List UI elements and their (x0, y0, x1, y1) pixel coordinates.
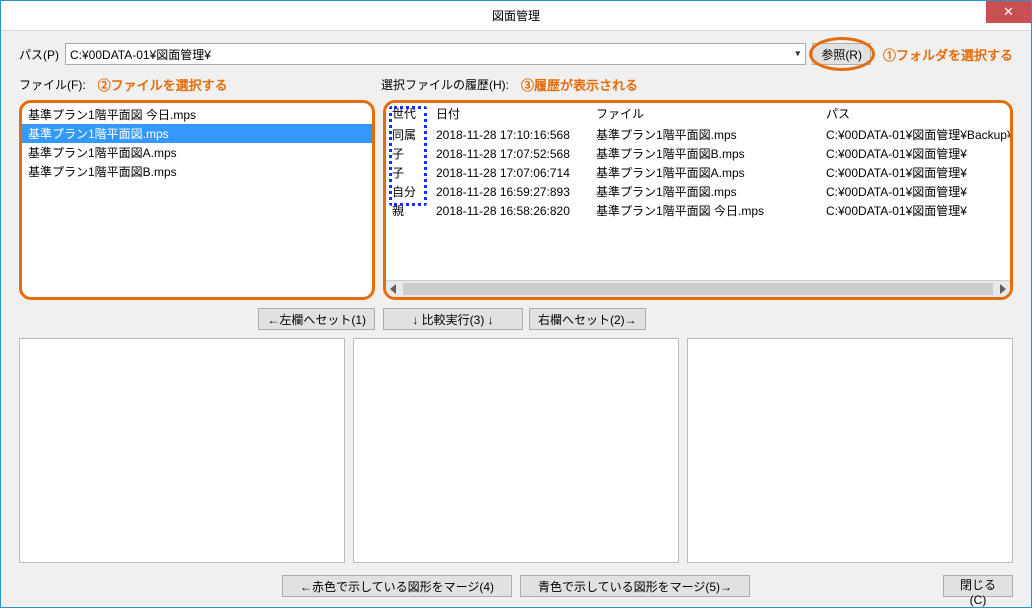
file-list-item[interactable]: 基準プラン1階平面図A.mps (22, 143, 372, 162)
history-cell-gen: 親 (386, 201, 430, 220)
col-file[interactable]: ファイル (590, 103, 820, 125)
history-row[interactable]: 親2018-11-28 16:58:26:820基準プラン1階平面図 今日.mp… (386, 201, 1010, 220)
middle-button-row: ←左欄へセット(1) ↓ 比較実行(3) ↓ 右欄へセット(2)→ (19, 308, 1013, 330)
history-label: 選択ファイルの履歴(H): (381, 76, 509, 93)
history-cell-gen: 自分 (386, 182, 430, 201)
history-row[interactable]: 同属2018-11-28 17:10:16:568基準プラン1階平面図.mpsC… (386, 125, 1010, 145)
window-close-button[interactable]: ✕ (986, 1, 1031, 23)
drawing-management-window: 図面管理 ✕ パス(P) ▾ 参照(R) ①フォルダを選択する ファイル(F):… (0, 0, 1032, 608)
history-cell-file: 基準プラン1階平面図.mps (590, 182, 820, 201)
history-cell-file: 基準プラン1階平面図B.mps (590, 144, 820, 163)
file-list[interactable]: 基準プラン1階平面図 今日.mps基準プラン1階平面図.mps基準プラン1階平面… (19, 100, 375, 300)
history-cell-gen: 同属 (386, 125, 430, 145)
history-cell-file: 基準プラン1階平面図A.mps (590, 163, 820, 182)
history-panel: 世代 日付 ファイル パス 同属2018-11-28 17:10:16:568基… (383, 100, 1013, 300)
content-area: パス(P) ▾ 参照(R) ①フォルダを選択する ファイル(F): ②ファイルを… (1, 31, 1031, 607)
history-cell-file: 基準プラン1階平面図 今日.mps (590, 201, 820, 220)
history-cell-date: 2018-11-28 16:58:26:820 (430, 201, 590, 220)
horizontal-scrollbar[interactable] (386, 280, 1010, 297)
scrollbar-thumb[interactable] (403, 283, 993, 295)
list-labels-row: ファイル(F): ②ファイルを選択する 選択ファイルの履歴(H): ③履歴が表示… (19, 75, 1013, 94)
compare-button[interactable]: ↓ 比較実行(3) ↓ (383, 308, 523, 330)
history-header-row: 世代 日付 ファイル パス (386, 103, 1010, 125)
history-table-wrap[interactable]: 世代 日付 ファイル パス 同属2018-11-28 17:10:16:568基… (386, 103, 1010, 280)
history-cell-path: C:¥00DATA-01¥図面管理¥ (820, 163, 1010, 182)
file-list-item[interactable]: 基準プラン1階平面図B.mps (22, 162, 372, 181)
history-cell-date: 2018-11-28 17:10:16:568 (430, 125, 590, 145)
history-row[interactable]: 子2018-11-28 17:07:06:714基準プラン1階平面図A.mpsC… (386, 163, 1010, 182)
annotation-1: ①フォルダを選択する (883, 45, 1013, 64)
set-right-button[interactable]: 右欄へセット(2)→ (529, 308, 646, 330)
annotation-3: ③履歴が表示される (521, 75, 638, 94)
lists-row: 基準プラン1階平面図 今日.mps基準プラン1階平面図.mps基準プラン1階平面… (19, 100, 1013, 300)
path-label: パス(P) (19, 46, 59, 63)
file-list-item[interactable]: 基準プラン1階平面図 今日.mps (22, 105, 372, 124)
col-generation[interactable]: 世代 (386, 103, 430, 125)
history-cell-path: C:¥00DATA-01¥図面管理¥ (820, 201, 1010, 220)
set-left-button[interactable]: ←左欄へセット(1) (258, 308, 375, 330)
history-cell-date: 2018-11-28 16:59:27:893 (430, 182, 590, 201)
history-table: 世代 日付 ファイル パス 同属2018-11-28 17:10:16:568基… (386, 103, 1010, 220)
bottom-button-row: ←赤色で示している図形をマージ(4) 青色で示している図形をマージ(5)→ 閉じ… (19, 569, 1013, 597)
preview-row (19, 338, 1013, 563)
preview-left (19, 338, 345, 563)
merge-blue-button[interactable]: 青色で示している図形をマージ(5)→ (520, 575, 750, 597)
col-path[interactable]: パス (820, 103, 1010, 125)
preview-right (687, 338, 1013, 563)
history-cell-path: C:¥00DATA-01¥図面管理¥ (820, 182, 1010, 201)
history-row[interactable]: 自分2018-11-28 16:59:27:893基準プラン1階平面図.mpsC… (386, 182, 1010, 201)
path-row: パス(P) ▾ 参照(R) ①フォルダを選択する (19, 43, 1013, 65)
history-cell-date: 2018-11-28 17:07:06:714 (430, 163, 590, 182)
close-button[interactable]: 閉じる(C) (943, 575, 1013, 597)
files-label: ファイル(F): (19, 76, 86, 93)
titlebar: 図面管理 ✕ (1, 1, 1031, 31)
path-combo[interactable]: ▾ (65, 43, 806, 65)
path-input[interactable] (65, 43, 806, 65)
history-cell-gen: 子 (386, 163, 430, 182)
col-date[interactable]: 日付 (430, 103, 590, 125)
close-icon: ✕ (1003, 4, 1014, 20)
browse-button[interactable]: 参照(R) (812, 43, 871, 65)
history-row[interactable]: 子2018-11-28 17:07:52:568基準プラン1階平面図B.mpsC… (386, 144, 1010, 163)
history-cell-file: 基準プラン1階平面図.mps (590, 125, 820, 145)
preview-center (353, 338, 679, 563)
history-cell-path: C:¥00DATA-01¥図面管理¥Backup¥ (820, 125, 1010, 145)
annotation-2: ②ファイルを選択する (98, 75, 228, 94)
file-list-item[interactable]: 基準プラン1階平面図.mps (22, 124, 372, 143)
history-cell-date: 2018-11-28 17:07:52:568 (430, 144, 590, 163)
history-cell-gen: 子 (386, 144, 430, 163)
merge-red-button[interactable]: ←赤色で示している図形をマージ(4) (282, 575, 512, 597)
history-cell-path: C:¥00DATA-01¥図面管理¥ (820, 144, 1010, 163)
window-title: 図面管理 (492, 7, 540, 24)
